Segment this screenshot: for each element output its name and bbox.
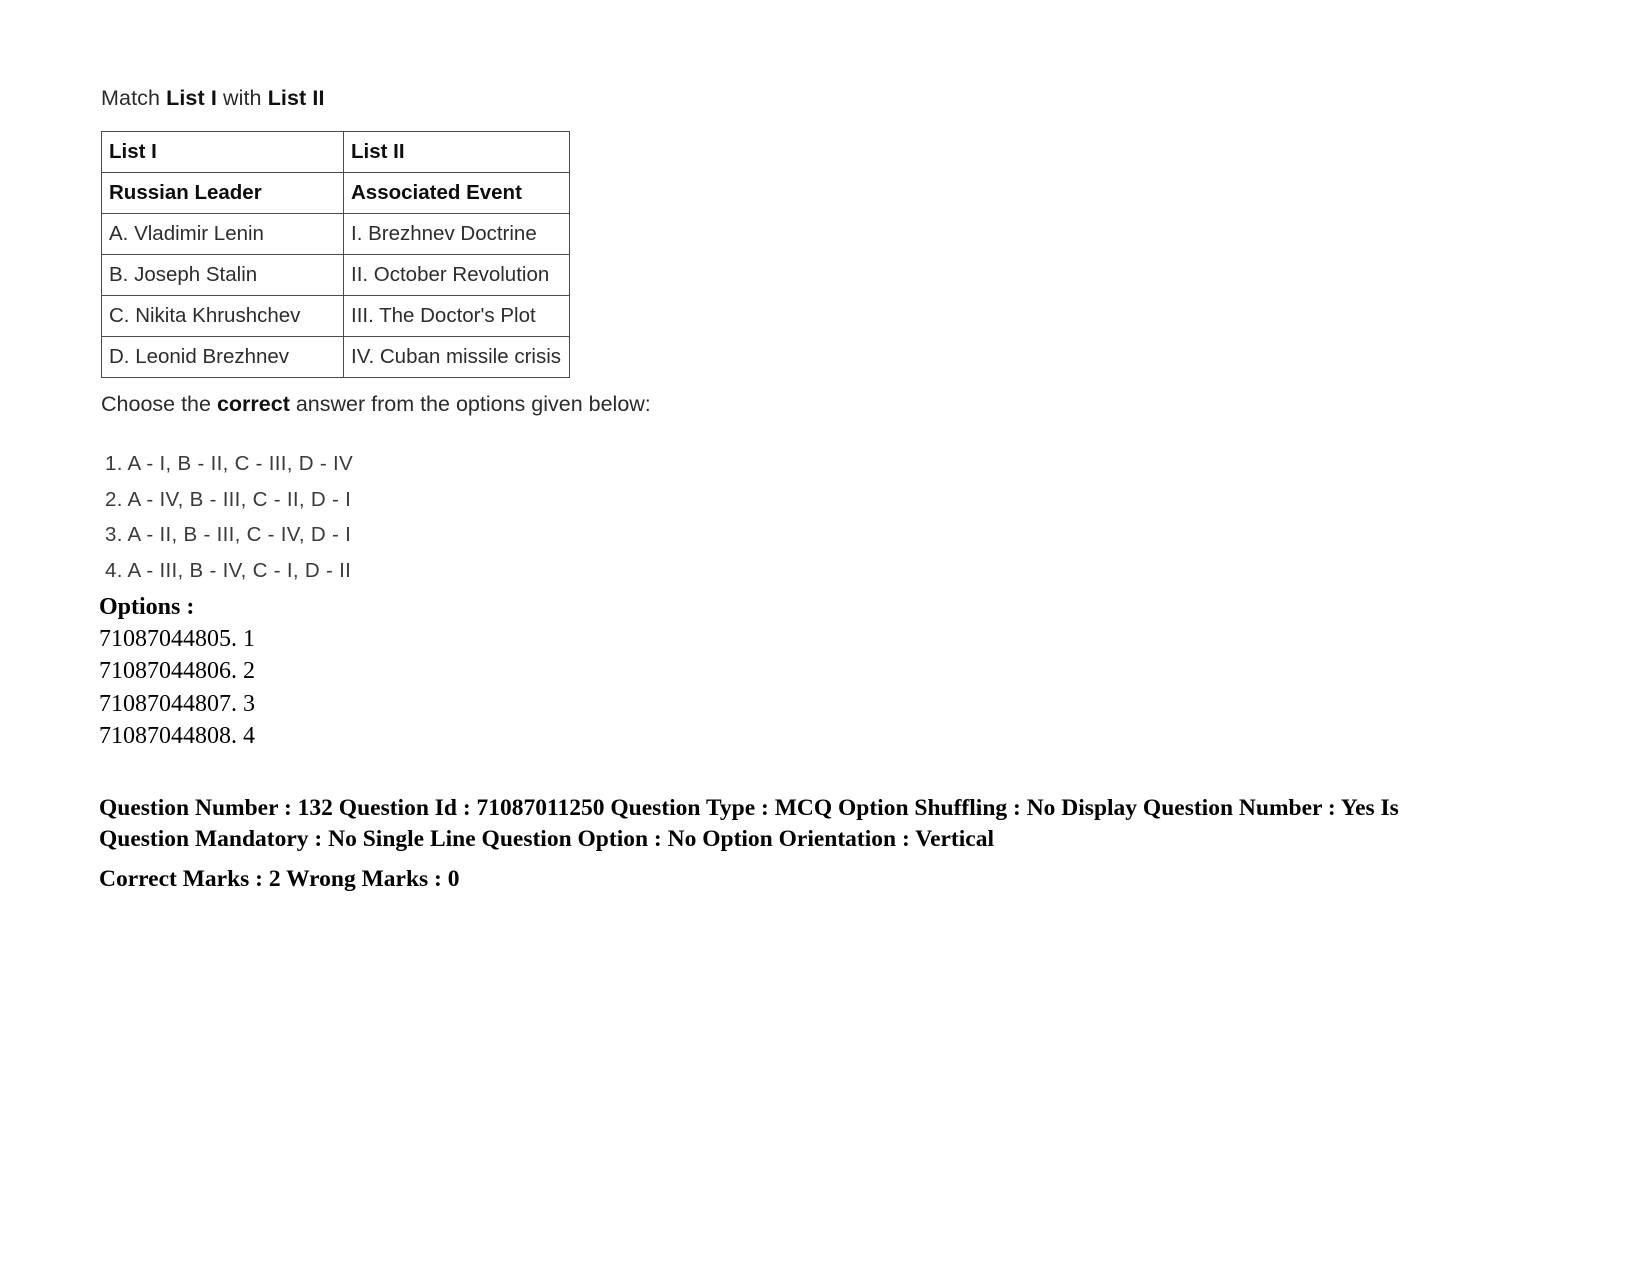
prompt-list-two: List II — [267, 86, 325, 110]
options-section: Options : 71087044805. 1 71087044806. 2 … — [99, 591, 255, 753]
table-cell-event-iii: III. The Doctor's Plot — [343, 295, 570, 337]
prompt-list-one: List I — [166, 86, 217, 110]
answer-choice-list: 1. A - I, B - II, C - III, D - IV 2. A -… — [101, 446, 1551, 588]
metadata-marks: Correct Marks : 2 Wrong Marks : 0 — [99, 866, 460, 892]
question-body: Match List I with List II List I List II… — [101, 84, 1551, 588]
table-row: A. Vladimir Lenin I. Brezhnev Doctrine — [101, 213, 570, 255]
choose-prefix: Choose the — [101, 392, 217, 416]
option-id-row-4[interactable]: 71087044808. 4 — [99, 720, 255, 752]
table-subheader-row: Russian Leader Associated Event — [101, 172, 570, 214]
table-cell-leader-c: C. Nikita Khrushchev — [101, 295, 344, 337]
choose-suffix: answer from the options given below: — [289, 392, 651, 416]
metadata-line-1: Question Number : 132 Question Id : 7108… — [99, 795, 1399, 821]
table-cell-event-iv: IV. Cuban missile crisis — [343, 336, 570, 378]
choose-emphasis: correct — [216, 392, 290, 416]
table-header-row: List I List II — [101, 131, 570, 173]
prompt-prefix: Match — [101, 86, 167, 110]
table-header-list-one: List I — [101, 131, 344, 173]
match-list-table: List I List II Russian Leader Associated… — [101, 131, 570, 378]
metadata-paragraph: Question Number : 132 Question Id : 7108… — [99, 793, 1429, 855]
table-header-list-two: List II — [343, 131, 570, 173]
answer-choice-4[interactable]: 4. A - III, B - IV, C - I, D - II — [101, 553, 1551, 589]
table-cell-leader-b: B. Joseph Stalin — [101, 254, 344, 296]
table-row: D. Leonid Brezhnev IV. Cuban missile cri… — [101, 336, 570, 378]
question-prompt: Match List I with List II — [101, 84, 1551, 112]
table-cell-leader-a: A. Vladimir Lenin — [101, 213, 344, 255]
table-cell-event-ii: II. October Revolution — [343, 254, 570, 296]
options-label: Options : — [99, 594, 195, 620]
option-id-row-2[interactable]: 71087044806. 2 — [99, 655, 255, 687]
table-cell-leader-d: D. Leonid Brezhnev — [101, 336, 344, 378]
table-cell-event-i: I. Brezhnev Doctrine — [343, 213, 570, 255]
table-subheader-leader: Russian Leader — [101, 172, 344, 214]
option-id-row-1[interactable]: 71087044805. 1 — [99, 623, 255, 655]
prompt-middle: with — [216, 86, 268, 110]
answer-choice-1[interactable]: 1. A - I, B - II, C - III, D - IV — [101, 446, 1551, 482]
metadata-line-2: Question Mandatory : No Single Line Ques… — [99, 826, 994, 852]
table-subheader-event: Associated Event — [343, 172, 570, 214]
table-row: C. Nikita Khrushchev III. The Doctor's P… — [101, 295, 570, 337]
choose-instruction: Choose the correct answer from the optio… — [101, 390, 1551, 418]
answer-choice-3[interactable]: 3. A - II, B - III, C - IV, D - I — [101, 517, 1551, 553]
answer-choice-2[interactable]: 2. A - IV, B - III, C - II, D - I — [101, 482, 1551, 518]
question-metadata: Question Number : 132 Question Id : 7108… — [99, 793, 1429, 895]
option-id-row-3[interactable]: 71087044807. 3 — [99, 688, 255, 720]
table-row: B. Joseph Stalin II. October Revolution — [101, 254, 570, 296]
question-page: Match List I with List II List I List II… — [0, 0, 1650, 1275]
